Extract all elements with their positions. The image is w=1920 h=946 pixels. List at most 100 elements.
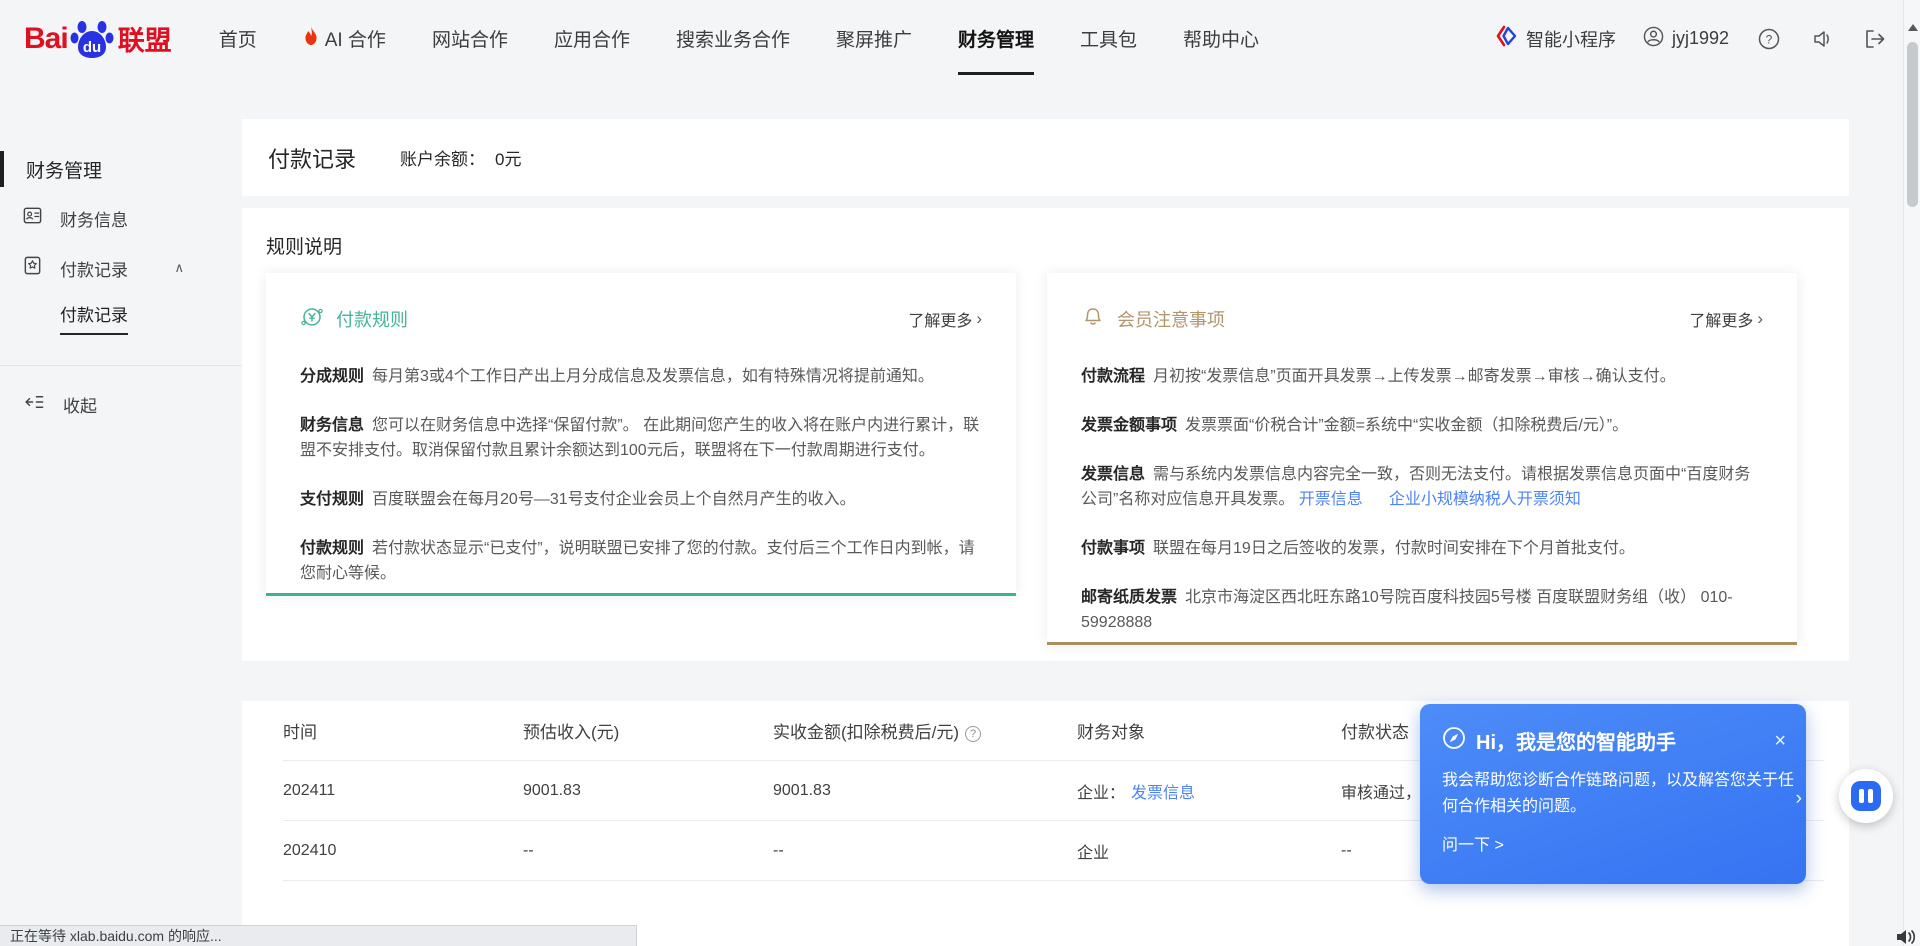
bell-icon: [1081, 305, 1105, 334]
logo-text-bai: Bai: [24, 22, 68, 56]
close-icon[interactable]: ×: [1774, 731, 1786, 751]
user-icon: [1643, 26, 1664, 52]
scroll-up-arrow-icon[interactable]: [1908, 24, 1918, 31]
coin-cycle-icon: [300, 305, 324, 334]
cell-finance-object: 企业： 发票信息: [1077, 779, 1341, 803]
sidebar-divider: [0, 365, 242, 366]
status-text: 正在等待 xlab.baidu.com 的响应...: [10, 926, 222, 946]
payment-rules-card-body: 分成规则每月第3或4个工作日产出上月分成信息及发票信息，如有特殊情况将提前通知。…: [300, 364, 982, 586]
sidebar-item-payment-record[interactable]: 付款记录 ∧: [0, 243, 242, 293]
rules-section-title: 规则说明: [266, 232, 1825, 259]
rule-item: 发票金额事项发票票面“价税合计”金额=系统中“实收金额（扣除税费后/元）”。: [1081, 413, 1763, 438]
rules-section: 规则说明 付款规则 了解更多 › 分成规则每: [242, 208, 1849, 661]
sidebar-subitem-payment-record[interactable]: 付款记录: [0, 293, 242, 343]
smart-miniprogram-link[interactable]: 智能小程序: [1496, 25, 1616, 52]
sidebar-collapse-button[interactable]: 收起: [0, 378, 242, 430]
ask-now-link[interactable]: 问一下 >: [1442, 831, 1504, 855]
account-balance: 账户余额： 0元: [400, 145, 521, 170]
member-notes-card-header: 会员注意事项 了解更多 ›: [1081, 307, 1763, 331]
member-notes-card-body: 付款流程月初按“发票信息”页面开具发票→上传发票→邮寄发票→审核→确认支付。 发…: [1081, 364, 1763, 635]
chevron-right-icon: ›: [976, 309, 982, 329]
logo-text-union: 联盟: [118, 19, 172, 58]
vertical-scrollbar[interactable]: [1903, 0, 1920, 946]
browser-status-bar: 正在等待 xlab.baidu.com 的响应...: [0, 925, 637, 946]
nav-ai-cooperation[interactable]: AI 合作: [280, 0, 409, 77]
payment-rules-card-header: 付款规则 了解更多 ›: [300, 307, 982, 331]
balance-value: 0元: [495, 145, 521, 170]
nav-search-cooperation[interactable]: 搜索业务合作: [653, 0, 813, 77]
payment-rules-more-link[interactable]: 了解更多 ›: [908, 307, 982, 331]
topbar-right: 智能小程序 jyj1992 ?: [1496, 25, 1888, 52]
page-title: 付款记录: [268, 142, 356, 174]
cell-time: 202410: [283, 842, 523, 860]
chevron-up-icon[interactable]: ∧: [174, 260, 184, 276]
baidu-paw-icon: du: [70, 17, 114, 61]
nav-website-cooperation[interactable]: 网站合作: [409, 0, 531, 77]
col-header-time: 时间: [283, 718, 523, 743]
nav-toolkit[interactable]: 工具包: [1057, 0, 1160, 77]
rule-item: 付款流程月初按“发票信息”页面开具发票→上传发票→邮寄发票→审核→确认支付。: [1081, 364, 1763, 389]
member-notes-more-link[interactable]: 了解更多 ›: [1689, 307, 1763, 331]
flame-icon: [303, 26, 319, 52]
nav-screen-promotion[interactable]: 聚屏推广: [813, 0, 935, 77]
help-icon[interactable]: ?: [1756, 26, 1782, 52]
main-nav: 首页 AI 合作 网站合作 应用合作 搜索业务合作 聚屏推广 财务管理 工具包 …: [196, 0, 1282, 77]
svg-text:?: ?: [1766, 32, 1773, 46]
col-header-finance-object: 财务对象: [1077, 718, 1341, 743]
cell-actual: --: [773, 842, 1077, 860]
assistant-header: Hi，我是您的智能助手 ×: [1442, 726, 1786, 755]
rule-item: 邮寄纸质发票北京市海淀区西北旺东路10号院百度科技园5号楼 百度联盟财务组（收）…: [1081, 585, 1763, 635]
assistant-robot-icon: [1851, 781, 1881, 811]
username: jyj1992: [1672, 28, 1729, 49]
corner-speaker-icon: [1894, 927, 1918, 946]
finance-info-icon: [22, 205, 43, 231]
rule-item: 分成规则每月第3或4个工作日产出上月分成信息及发票信息，如有特殊情况将提前通知。: [300, 364, 982, 389]
nav-help-center[interactable]: 帮助中心: [1160, 0, 1282, 77]
invoice-info-link[interactable]: 开票信息: [1299, 491, 1363, 508]
assistant-title: Hi，我是您的智能助手: [1476, 726, 1676, 755]
svg-text:du: du: [83, 39, 101, 56]
sidebar-group-finance-management[interactable]: 财务管理: [0, 145, 242, 193]
assistant-expand-chevron-icon[interactable]: ›: [1796, 788, 1802, 810]
logout-icon[interactable]: [1862, 26, 1888, 52]
nav-home[interactable]: 首页: [196, 0, 280, 77]
sidebar: 财务管理 财务信息 付款记录 ∧ 付款记录 收起: [0, 77, 242, 946]
rule-item: 付款规则若付款状态显示“已支付”，说明联盟已安排了您的付款。支付后三个工作日内到…: [300, 536, 982, 586]
payment-record-icon: [22, 255, 43, 281]
compass-icon: [1442, 726, 1466, 755]
baidu-union-logo[interactable]: Bai du 联盟: [24, 17, 172, 61]
scrollbar-thumb[interactable]: [1907, 42, 1918, 207]
payment-rules-card-title: 付款规则: [336, 306, 408, 332]
sidebar-item-finance-info[interactable]: 财务信息: [0, 193, 242, 243]
nav-finance-management[interactable]: 财务管理: [935, 0, 1057, 77]
small-taxpayer-notice-link[interactable]: 企业小规模纳税人开票须知: [1389, 491, 1581, 508]
help-circle-icon[interactable]: ?: [965, 726, 981, 742]
cell-time: 202411: [283, 782, 523, 800]
assistant-message: 我会帮助您诊断合作链路问题，以及解答您关于任何合作相关的问题。: [1442, 768, 1794, 820]
page-header-panel: 付款记录 账户余额： 0元: [242, 119, 1849, 196]
invoice-info-row-link[interactable]: 发票信息: [1131, 779, 1195, 803]
assistant-popup: Hi，我是您的智能助手 × 我会帮助您诊断合作链路问题，以及解答您关于任何合作相…: [1420, 704, 1806, 884]
rule-item: 支付规则百度联盟会在每月20号—31号支付企业会员上个自然月产生的收入。: [300, 487, 982, 512]
announcement-speaker-icon[interactable]: [1809, 26, 1835, 52]
collapse-icon: [24, 393, 45, 416]
top-navbar: Bai du 联盟 首页 AI 合作 网站合作: [0, 0, 1920, 77]
user-account[interactable]: jyj1992: [1643, 26, 1729, 52]
rule-item: 付款事项联盟在每月19日之后签收的发票，付款时间安排在下个月首批支付。: [1081, 536, 1763, 561]
cell-finance-object: 企业: [1077, 839, 1341, 863]
rule-item: 发票信息需与系统内发票信息内容完全一致，否则无法支付。请根据发票信息页面中“百度…: [1081, 462, 1763, 512]
baidu-union-finance-page: Bai du 联盟 首页 AI 合作 网站合作: [0, 0, 1920, 946]
member-notes-card-title: 会员注意事项: [1117, 306, 1225, 332]
balance-label: 账户余额：: [400, 145, 485, 170]
cell-actual: 9001.83: [773, 782, 1077, 800]
cell-estimated: 9001.83: [523, 782, 773, 800]
payment-rules-card: 付款规则 了解更多 › 分成规则每月第3或4个工作日产出上月分成信息及发票信息，…: [266, 273, 1016, 596]
rule-cards: 付款规则 了解更多 › 分成规则每月第3或4个工作日产出上月分成信息及发票信息，…: [266, 273, 1825, 645]
nav-app-cooperation[interactable]: 应用合作: [531, 0, 653, 77]
assistant-float-button[interactable]: [1839, 769, 1893, 823]
col-header-estimated-income: 预估收入(元): [523, 718, 773, 743]
cell-estimated: --: [523, 842, 773, 860]
chevron-right-icon: ›: [1757, 309, 1763, 329]
member-notes-card: 会员注意事项 了解更多 › 付款流程月初按“发票信息”页面开具发票→上传发票→邮…: [1047, 273, 1797, 645]
col-header-actual-amount: 实收金额(扣除税费后/元)?: [773, 718, 1077, 743]
